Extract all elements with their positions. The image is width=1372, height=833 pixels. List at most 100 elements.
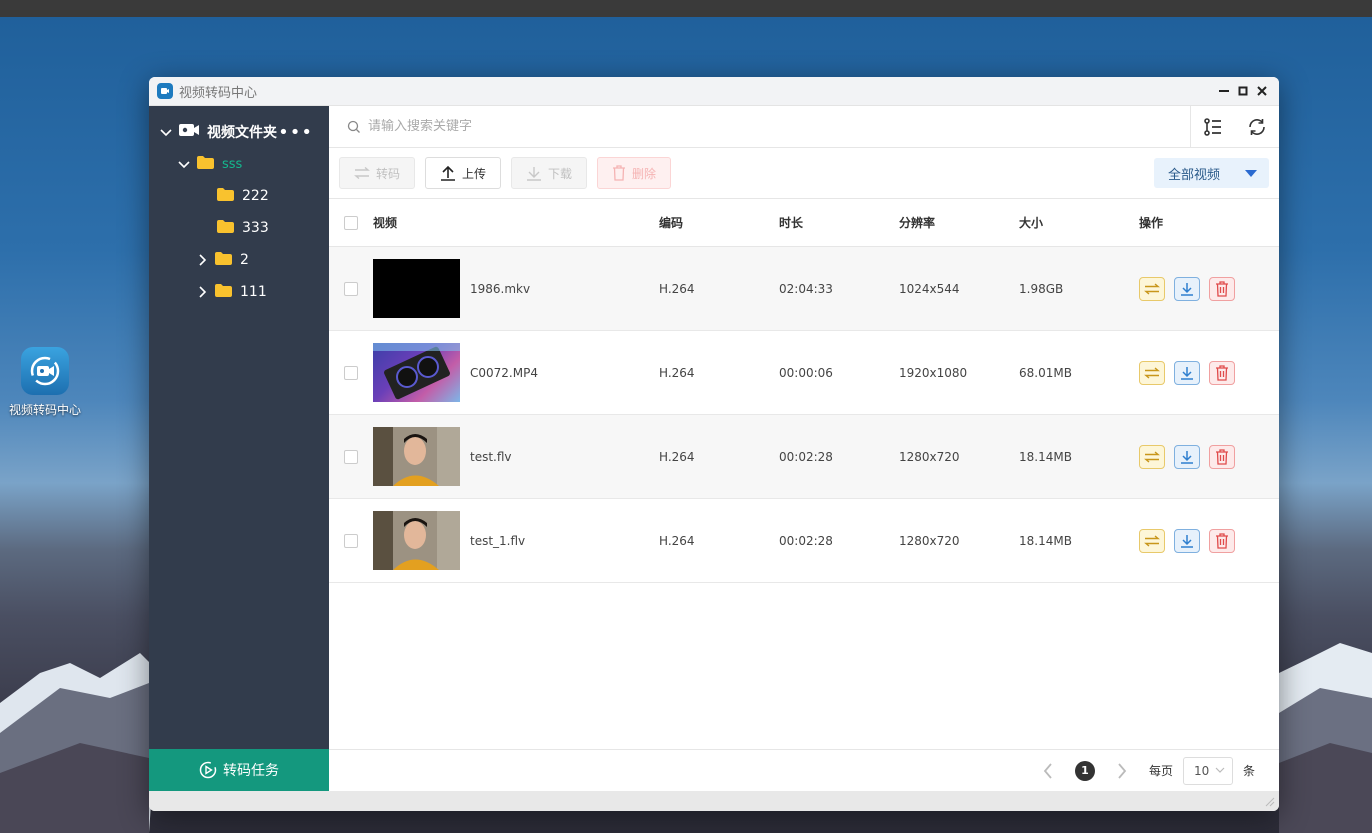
title-bar[interactable]: 视频转码中心 (149, 77, 1279, 106)
header-video: 视频 (373, 216, 398, 230)
header-encoding: 编码 (659, 216, 684, 230)
search-input[interactable] (368, 119, 968, 134)
chevron-down-icon (1215, 765, 1225, 778)
video-resolution: 1280x720 (899, 449, 960, 464)
row-checkbox[interactable] (344, 281, 358, 296)
video-resolution: 1024x544 (899, 281, 960, 296)
row-delete-button[interactable] (1209, 528, 1235, 553)
refresh-button[interactable] (1235, 106, 1279, 148)
folder-label: 222 (242, 188, 269, 204)
transcode-icon (1144, 450, 1160, 463)
header-resolution: 分辨率 (899, 216, 936, 230)
transcode-tasks-button[interactable]: 转码任务 (149, 749, 329, 791)
folder-icon (197, 155, 214, 173)
folder-label: 111 (240, 284, 267, 300)
folder-icon (217, 187, 234, 205)
select-all-checkbox[interactable] (344, 215, 358, 230)
download-label: 下载 (548, 166, 573, 181)
transcode-icon (354, 167, 370, 179)
video-size: 18.14MB (1019, 533, 1072, 548)
row-transcode-button[interactable] (1139, 360, 1165, 385)
video-resolution: 1920x1080 (899, 365, 968, 380)
header-duration: 时长 (779, 216, 804, 230)
tree-item-2[interactable]: 2 (149, 244, 329, 276)
tree-item-sss[interactable]: sss (149, 148, 329, 180)
video-duration: 00:00:06 (779, 365, 833, 380)
video-transcode-icon (21, 347, 69, 395)
transcode-tasks-label: 转码任务 (223, 763, 279, 779)
prev-page-button[interactable] (1033, 756, 1063, 786)
minimize-button[interactable] (1215, 82, 1233, 100)
play-circle-icon (199, 761, 217, 779)
main-panel: 转码 上传 下载 删除 全部视频 (329, 106, 1279, 791)
download-icon (1181, 366, 1193, 380)
row-download-button[interactable] (1174, 528, 1200, 553)
download-button[interactable]: 下载 (511, 157, 588, 189)
tree-item-111[interactable]: 111 (149, 276, 329, 308)
video-resolution: 1280x720 (899, 533, 960, 548)
row-checkbox[interactable] (344, 533, 358, 548)
minimize-icon (1219, 90, 1229, 92)
per-page-select[interactable]: 10 (1182, 756, 1233, 785)
chevron-right-icon[interactable] (195, 253, 209, 267)
folder-label: 333 (242, 220, 269, 236)
chevron-right-icon[interactable] (195, 285, 209, 299)
row-transcode-button[interactable] (1139, 528, 1165, 553)
folder-label: sss (222, 156, 243, 172)
video-thumbnail[interactable] (373, 511, 460, 570)
chevron-down-icon[interactable] (159, 125, 173, 139)
upload-icon (441, 165, 456, 181)
row-transcode-button[interactable] (1139, 276, 1165, 301)
row-delete-button[interactable] (1209, 360, 1235, 385)
row-download-button[interactable] (1174, 276, 1200, 301)
video-thumbnail[interactable] (373, 259, 460, 318)
trash-icon (1216, 280, 1228, 297)
transcode-button[interactable]: 转码 (339, 157, 416, 189)
download-icon (1181, 450, 1193, 464)
table-row[interactable]: test_1.flv H.264 00:02:28 1280x720 18.14… (329, 499, 1279, 583)
folder-icon (215, 283, 232, 301)
tree-item-333[interactable]: 333 (149, 212, 329, 244)
folder-icon (217, 219, 234, 237)
table-row[interactable]: C0072.MP4 H.264 00:00:06 1920x1080 68.01… (329, 331, 1279, 415)
delete-label: 删除 (632, 166, 657, 181)
trash-icon (613, 165, 626, 181)
maximize-button[interactable] (1234, 82, 1252, 100)
table-row[interactable]: 1986.mkv H.264 02:04:33 1024x544 1.98GB (329, 247, 1279, 331)
caret-down-icon (1245, 170, 1257, 177)
current-page[interactable]: 1 (1074, 760, 1095, 781)
chevron-down-icon[interactable] (177, 157, 191, 171)
next-page-button[interactable] (1107, 756, 1137, 786)
video-thumbnail[interactable] (373, 427, 460, 486)
resize-grip-icon[interactable] (1265, 797, 1275, 807)
desktop-app-icon[interactable]: 视频转码中心 (6, 347, 84, 418)
delete-button[interactable]: 删除 (597, 157, 672, 189)
video-encoding: H.264 (659, 365, 695, 380)
table-header: 视频 编码 时长 分辨率 大小 操作 (329, 199, 1279, 247)
row-checkbox[interactable] (344, 365, 358, 380)
video-name: C0072.MP4 (470, 365, 538, 380)
download-icon (1181, 534, 1193, 548)
desktop-top-bar (0, 0, 1372, 17)
chevron-left-icon (1043, 762, 1052, 779)
row-delete-button[interactable] (1209, 276, 1235, 301)
row-checkbox[interactable] (344, 449, 358, 464)
header-actions: 操作 (1139, 216, 1164, 230)
list-view-button[interactable] (1191, 106, 1235, 148)
row-transcode-button[interactable] (1139, 444, 1165, 469)
row-delete-button[interactable] (1209, 444, 1235, 469)
video-filter-dropdown[interactable]: 全部视频 (1154, 158, 1269, 188)
row-download-button[interactable] (1174, 444, 1200, 469)
download-icon (527, 167, 542, 181)
refresh-icon (1249, 118, 1265, 135)
header-size: 大小 (1019, 216, 1044, 230)
more-options-icon[interactable]: ••• (278, 122, 313, 143)
video-thumbnail[interactable] (373, 343, 460, 402)
tree-item-222[interactable]: 222 (149, 180, 329, 212)
download-icon (1181, 282, 1193, 296)
close-button[interactable] (1253, 82, 1271, 100)
row-download-button[interactable] (1174, 360, 1200, 385)
tree-root[interactable]: 视频文件夹 ••• (149, 116, 329, 148)
upload-button[interactable]: 上传 (425, 157, 502, 189)
table-row[interactable]: test.flv H.264 00:02:28 1280x720 18.14MB (329, 415, 1279, 499)
